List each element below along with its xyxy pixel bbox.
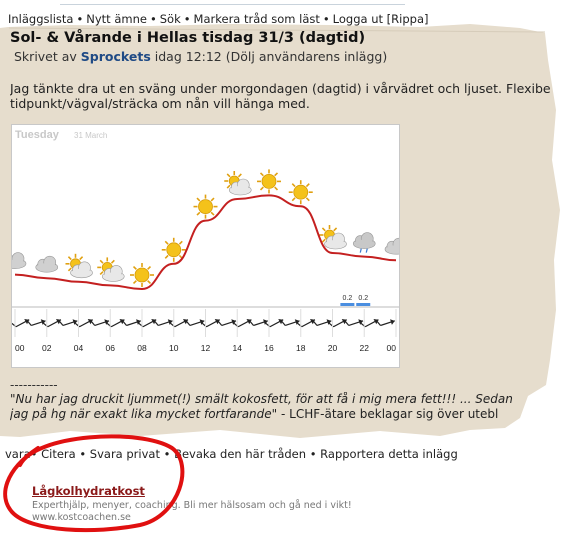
hour-tick-label: 12 — [201, 343, 211, 353]
precipitation-bar: 0.2 — [340, 295, 355, 306]
weather-chart: Tuesday 31 March 0.2 0.2 00 02 04 06 08 10 12 14… — [3, 124, 408, 368]
action-separator: • — [163, 447, 171, 461]
cloud-icon — [3, 252, 27, 269]
sun-icon — [288, 180, 313, 205]
nav-mark-read[interactable]: Markera tråd som läst — [194, 12, 320, 26]
hour-tick-label: 16 — [264, 343, 274, 353]
wind-arrow-icon — [27, 319, 46, 327]
author-link[interactable]: Sprockets — [81, 49, 151, 64]
hour-tick-label: 20 — [328, 343, 338, 353]
wind-arrow-icon — [59, 319, 78, 327]
nav-search[interactable]: Sök — [160, 12, 181, 26]
ad-url[interactable]: www.kostcoachen.se — [32, 512, 352, 523]
post-actions: vara• Citera • Svara privat • Bevaka den… — [5, 447, 458, 461]
hour-tick-label: 18 — [296, 343, 306, 353]
hour-tick-label: 14 — [233, 343, 243, 353]
hour-tick-label: 00 — [387, 343, 397, 353]
hour-tick-label: 22 — [360, 343, 370, 353]
wind-arrow-icon — [376, 319, 395, 327]
nav-new-topic[interactable]: Nytt ämne — [86, 12, 147, 26]
action-separator: • — [309, 447, 317, 461]
private-reply-link[interactable]: Svara privat — [90, 447, 160, 461]
signature-separator: ----------- — [10, 378, 58, 392]
sun-icon — [257, 169, 281, 194]
signature-attribution: - LCHF-ätare beklagar sig över utebl — [277, 407, 499, 421]
post-body-line: tidpunkt/vägval/sträcka om nån vill häng… — [10, 96, 310, 111]
signature-quote-end: jag på hg när exakt lika mycket fortfara… — [10, 407, 278, 421]
wind-arrow-icon — [344, 319, 364, 327]
sun-cloud-icon — [224, 171, 252, 196]
wind-arrow-icon — [313, 319, 332, 327]
written-by-label: Skrivet av — [14, 49, 77, 64]
hide-user-posts-link[interactable]: (Dölj användarens inlägg) — [226, 49, 387, 64]
hour-tick-label: 00 — [15, 343, 25, 353]
precipitation-label: 0.2 — [358, 295, 368, 302]
weather-chart-svg: Tuesday 31 March 0.2 0.2 00 02 04 06 08 10 12 14… — [3, 129, 408, 353]
signature-quote: "Nu har jag druckit ljummet(!) smält kok… — [10, 392, 513, 406]
precipitation-label: 0.2 — [343, 295, 353, 302]
sun-cloud-icon — [65, 253, 93, 279]
ad-description: Experthjälp, menyer, coaching. Bli mer h… — [32, 500, 352, 511]
watch-thread-link[interactable]: Bevaka den här tråden — [174, 447, 306, 461]
wind-arrow-icon — [249, 319, 268, 327]
wind-arrows — [11, 318, 395, 328]
signature-line: jag på hg när exakt lika mycket fortfara… — [10, 407, 522, 422]
nav-separator: • — [183, 12, 191, 26]
chart-day-label: Tuesday — [15, 129, 60, 141]
post-body-line: Jag tänkte dra ut en sväng under morgond… — [10, 81, 550, 96]
wind-arrow-icon — [217, 319, 237, 327]
hour-tick-label: 02 — [42, 343, 52, 353]
nav-separator: • — [322, 12, 330, 26]
signature: "Nu har jag druckit ljummet(!) smält kok… — [10, 392, 522, 422]
post-title: Sol- & Vårande i Hellas tisdag 31/3 (dag… — [10, 30, 366, 46]
ad-title-link[interactable]: Lågkolhydratkost — [32, 484, 352, 498]
sun-cloud-icon — [97, 257, 125, 282]
action-separator: • — [30, 447, 38, 461]
wind-arrow-icon — [186, 319, 205, 327]
wind-arrow-icon — [122, 319, 141, 327]
wind-arrow-icon — [154, 319, 173, 327]
nav-separator: • — [149, 12, 157, 26]
post-timestamp: idag 12:12 — [154, 49, 222, 64]
report-post-link[interactable]: Rapportera detta inlägg — [320, 447, 458, 461]
sun-icon — [193, 194, 218, 219]
precipitation-bar: 0.2 — [356, 295, 371, 306]
wind-arrow-icon — [90, 319, 110, 327]
cloud-rain-icon — [352, 232, 376, 253]
nav-logout[interactable]: Logga ut [Rippa] — [333, 12, 429, 26]
forum-nav: Inläggslista • Nytt ämne • Sök • Markera tråd … — [8, 12, 428, 26]
wind-arrow-icon — [281, 319, 300, 327]
action-separator: • — [79, 447, 87, 461]
reply-link[interactable]: vara — [5, 447, 31, 461]
precipitation-marks: 0.2 0.2 — [340, 295, 371, 306]
chart-date-label: 31 March — [74, 131, 107, 140]
cloud-icon — [35, 255, 59, 273]
weather-icons — [3, 169, 408, 287]
nav-thread-list[interactable]: Inläggslista — [8, 12, 73, 26]
post-body: Jag tänkte dra ut en sväng under morgond… — [10, 81, 550, 111]
sponsored-ad[interactable]: Lågkolhydratkost Experthjälp, menyer, co… — [32, 484, 352, 523]
cloud-icon — [384, 237, 408, 255]
post-byline: Skrivet av Sprockets idag 12:12 (Dölj an… — [14, 49, 387, 64]
hour-tick-label: 10 — [169, 343, 179, 353]
hour-tick-label: 04 — [74, 343, 84, 353]
hour-tick-label: 08 — [137, 343, 147, 353]
hour-axis: 00 02 04 06 08 10 12 14 16 18 20 22 00 — [14, 309, 397, 353]
nav-separator: • — [76, 12, 84, 26]
hour-tick-label: 06 — [106, 343, 116, 353]
top-divider — [60, 4, 405, 5]
quote-link[interactable]: Citera — [41, 447, 76, 461]
sun-icon — [130, 263, 154, 287]
